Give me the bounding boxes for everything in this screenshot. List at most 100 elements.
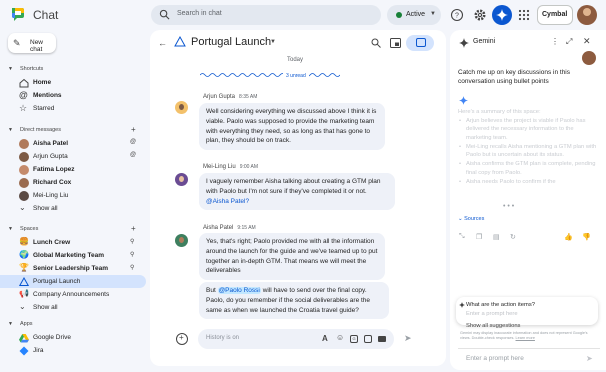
message-header: Aisha Patel 9:15 AM	[203, 224, 256, 231]
sidebar-item-label: Aisha Patel	[33, 140, 69, 147]
sidebar-item-mentions[interactable]: @ Mentions	[0, 90, 146, 102]
new-chat-button[interactable]: ✎ New chat	[8, 33, 56, 53]
apps-heading: Apps	[20, 321, 33, 327]
status-selector[interactable]: Active ▼	[387, 5, 441, 25]
space-triangle-icon	[19, 276, 29, 286]
sidebar-item-google-drive[interactable]: Google Drive	[0, 332, 146, 344]
upload-icon[interactable]	[364, 335, 372, 343]
regenerate-icon[interactable]: ↻	[510, 233, 516, 241]
insert-icon[interactable]: ▤	[493, 233, 500, 241]
sidebar-item-lunch-crew[interactable]: 🍔 Lunch Crew ⚲	[0, 237, 146, 249]
sidebar-item-jira[interactable]: Jira	[0, 345, 146, 357]
copy-text-icon[interactable]: ❐	[476, 233, 482, 241]
sidebar-item-mei-ling-liu[interactable]: Mei-Ling Liu	[0, 190, 146, 202]
sidebar-item-aisha-patel[interactable]: Aisha Patel @	[0, 138, 146, 150]
search-icon[interactable]	[371, 38, 381, 48]
sidebar-item-portugal-launch[interactable]: Portugal Launch	[0, 275, 146, 288]
message-composer[interactable]: History is on A ☺ G	[198, 329, 394, 349]
user-avatar[interactable]	[577, 5, 597, 25]
message-time: 9:15 AM	[237, 225, 256, 231]
prompt-input[interactable]: Enter a prompt here	[466, 355, 524, 362]
space-emoji-icon: 🍔	[19, 237, 29, 246]
emoji-icon[interactable]: ☺	[336, 333, 344, 342]
sidebar-item-spaces-show-all[interactable]: ⌄ Show all	[0, 302, 146, 314]
sidebar-item-home[interactable]: Home	[0, 77, 146, 89]
chevron-down-icon[interactable]: ▼	[270, 39, 276, 45]
expand-icon[interactable]: ⤢	[566, 37, 572, 47]
thumbs-down-icon[interactable]: 👎	[582, 233, 591, 241]
sidebar-item-label: Starred	[33, 105, 55, 112]
close-icon[interactable]: ✕	[583, 36, 591, 47]
pin-icon: ⚲	[130, 265, 135, 271]
copy-icon[interactable]: ⤡	[459, 233, 465, 241]
sidebar-item-arjun-gupta[interactable]: Arjun Gupta @	[0, 151, 146, 163]
gemini-sparkle-icon	[496, 9, 508, 21]
gemini-sparkle-icon	[459, 38, 469, 48]
thumbs-up-icon[interactable]: 👍	[564, 233, 573, 241]
sidebar-item-dms-show-all[interactable]: ⌄ Show all	[0, 203, 146, 215]
avatar	[175, 173, 188, 186]
spaces-heading: Spaces	[20, 226, 39, 232]
sources-label: Sources	[464, 216, 485, 222]
help-icon[interactable]: ?	[450, 8, 464, 22]
send-icon[interactable]: ➤	[586, 354, 593, 363]
video-call-icon[interactable]	[378, 336, 386, 342]
sources-toggle[interactable]: ⌄ Sources	[458, 216, 484, 222]
message-time: 9:00 AM	[239, 164, 259, 170]
gear-icon[interactable]	[473, 8, 487, 22]
google-drive-icon	[19, 334, 29, 343]
apps-grid-icon[interactable]	[517, 8, 531, 22]
sidebar-item-company-announcements[interactable]: 📢 Company Announcements	[0, 289, 146, 301]
unread-divider	[200, 73, 340, 77]
message-bubble: I vaguely remember Aisha talking about c…	[199, 173, 395, 211]
sidebar-item-label: Lunch Crew	[33, 239, 71, 246]
sidebar-item-global-marketing-team[interactable]: 🌍 Global Marketing Team ⚲	[0, 250, 146, 262]
sidebar-item-fatima-lopez[interactable]: Fatima Lopez	[0, 164, 146, 176]
sender-name: Mei-Ling Liu	[203, 164, 236, 170]
dms-collapse-icon[interactable]: ▼	[8, 127, 13, 133]
suggestion-card[interactable]: What are the action items? Enter a promp…	[456, 297, 598, 325]
avatar-face	[583, 8, 591, 16]
learn-more-link[interactable]: Learn more	[516, 336, 535, 340]
search-icon	[159, 9, 170, 20]
apps-collapse-icon[interactable]: ▼	[8, 321, 13, 327]
show-suggestions-link[interactable]: Show all suggestions	[466, 323, 520, 329]
suggestion-text[interactable]: What are the action items?	[466, 302, 535, 308]
picture-in-picture-icon[interactable]	[390, 38, 401, 48]
search-input[interactable]: Search in chat	[177, 10, 222, 17]
chat-logo-icon[interactable]	[10, 6, 26, 22]
sidebar-item-label: Fatima Lopez	[33, 166, 75, 173]
user-mention[interactable]: @Aisha Patel?	[206, 198, 249, 205]
spaces-collapse-icon[interactable]: ▼	[8, 226, 13, 232]
day-divider: Today	[287, 57, 304, 63]
space-emoji-icon: 🌍	[19, 250, 29, 259]
format-text-icon[interactable]: A	[322, 334, 328, 343]
composer-input[interactable]: History is on	[206, 335, 239, 341]
add-button[interactable]: +	[176, 333, 188, 345]
more-vert-icon[interactable]: ⋮	[551, 37, 559, 46]
add-space-icon[interactable]: +	[131, 224, 136, 233]
space-title[interactable]: Portugal Launch	[191, 36, 271, 48]
sidebar-item-richard-cox[interactable]: Richard Cox	[0, 177, 146, 189]
chevron-down-icon: ⌄	[19, 302, 26, 311]
brand-label: Cymbal	[542, 11, 568, 18]
sidebar-item-starred[interactable]: ☆ Starred	[0, 103, 146, 115]
gemini-button[interactable]	[492, 5, 512, 25]
panel-toggle-button[interactable]	[406, 35, 434, 51]
gemini-response: Here's a summary of this space: Arjun be…	[458, 108, 598, 186]
sidebar-item-label: Portugal Launch	[33, 277, 81, 285]
summary-bullet: Aisha confirms the GTM plan is complete,…	[458, 160, 598, 177]
user-mention[interactable]: @Paolo Rossi	[217, 287, 261, 294]
gif-icon[interactable]: G	[350, 335, 358, 343]
back-arrow-icon[interactable]: ←	[158, 38, 167, 48]
send-icon[interactable]: ➤	[404, 333, 412, 344]
add-dm-icon[interactable]: +	[131, 125, 136, 134]
sidebar-item-label: Mentions	[33, 92, 62, 99]
at-mention-icon: @	[130, 152, 137, 158]
brand-badge[interactable]: Cymbal	[537, 5, 573, 25]
search-bar[interactable]: Search in chat	[151, 5, 381, 25]
chevron-down-icon: ▼	[430, 11, 436, 17]
sidebar-item-senior-leadership-team[interactable]: 🏆 Senior Leadership Team ⚲	[0, 263, 146, 275]
shortcuts-collapse-icon[interactable]: ▼	[8, 66, 13, 72]
gemini-prompt-input[interactable]: Enter a prompt here ➤	[458, 348, 600, 368]
